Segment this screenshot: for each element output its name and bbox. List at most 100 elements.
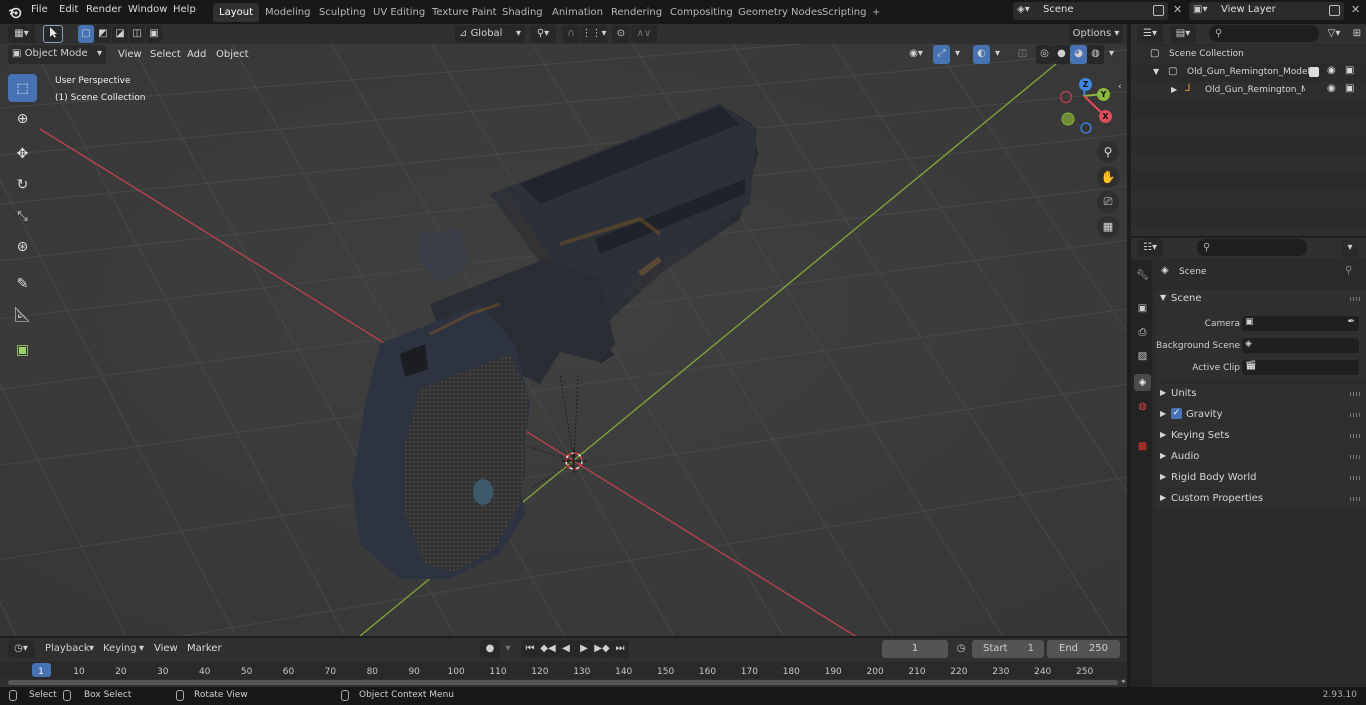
- view-layer-selector[interactable]: ▣▾ View Layer: [1189, 2, 1344, 20]
- properties-search-input[interactable]: ⚲: [1197, 239, 1307, 256]
- keying-dropdown[interactable]: Keying ▾: [98, 640, 146, 658]
- timeline-menu-view[interactable]: View: [149, 639, 183, 658]
- xray-toggle[interactable]: ◫: [1014, 45, 1031, 64]
- view-layer-name[interactable]: View Layer: [1221, 4, 1276, 15]
- expand-arrow-icon[interactable]: ▼: [1153, 67, 1159, 76]
- tab-tool[interactable]: 🔧︎: [1134, 267, 1151, 284]
- timeline-scrollbar[interactable]: [8, 680, 1118, 685]
- tab-scripting[interactable]: Scripting: [816, 3, 872, 22]
- start-frame-field[interactable]: Start 1: [972, 640, 1044, 658]
- section-custom-properties[interactable]: ▶ Custom Properties: [1155, 489, 1366, 509]
- gizmo-toggle[interactable]: ⤢: [933, 45, 950, 64]
- jump-end-button[interactable]: ⏭: [611, 640, 629, 658]
- play-reverse-button[interactable]: ◀: [557, 640, 575, 658]
- gizmo-dropdown[interactable]: ▾: [951, 45, 964, 64]
- tool-move[interactable]: ✥: [8, 140, 37, 168]
- drag-handle-icon[interactable]: [1350, 497, 1360, 501]
- outliner-row-object[interactable]: ▶ ⅃ Old_Gun_Remington_Mo ◉ ▣: [1131, 82, 1366, 100]
- menu-edit[interactable]: Edit: [59, 4, 78, 15]
- properties-editor-type[interactable]: ☷▾: [1137, 239, 1163, 257]
- tab-texture-paint[interactable]: Texture Paint: [426, 3, 503, 22]
- new-scene-icon[interactable]: [1153, 5, 1164, 16]
- menu-render[interactable]: Render: [86, 4, 122, 15]
- drag-handle-icon[interactable]: [1350, 455, 1360, 459]
- select-mode-intersect-button[interactable]: ▣: [146, 25, 162, 43]
- drag-handle-icon[interactable]: [1350, 413, 1360, 417]
- scene-selector[interactable]: ◈▾ Scene: [1013, 2, 1168, 20]
- visibility-dropdown[interactable]: ◉▾: [902, 45, 930, 64]
- outliner-search-input[interactable]: ⚲: [1209, 25, 1319, 42]
- collapse-arrow-icon[interactable]: ◂: [1121, 677, 1125, 685]
- drag-handle-icon[interactable]: [1350, 297, 1360, 301]
- tool-transform[interactable]: ⊛: [8, 233, 37, 261]
- falloff-dropdown[interactable]: ∧∨: [631, 25, 657, 43]
- properties-options-dropdown[interactable]: ▾: [1341, 239, 1359, 257]
- gizmo-z-button[interactable]: Z: [1079, 78, 1092, 91]
- shading-wireframe-button[interactable]: ◎: [1036, 45, 1053, 64]
- menu-select[interactable]: Select: [145, 45, 186, 64]
- select-mode-extend-button[interactable]: ◩: [95, 25, 111, 43]
- pivot-point-dropdown[interactable]: ⚲▾: [530, 25, 556, 43]
- tool-rotate[interactable]: ↻: [8, 171, 37, 199]
- transform-orientation-dropdown[interactable]: ⊿ Global ▾: [455, 25, 525, 43]
- eye-icon[interactable]: ◉: [1327, 65, 1336, 76]
- camera-render-icon[interactable]: ▣: [1345, 83, 1354, 94]
- scene-panel-header[interactable]: ▼ Scene: [1155, 290, 1366, 308]
- tab-animation[interactable]: Animation: [546, 3, 609, 22]
- tab-scene[interactable]: ◈: [1134, 374, 1151, 391]
- drag-handle-icon[interactable]: [1350, 476, 1360, 480]
- preview-range-toggle[interactable]: ◷: [952, 640, 970, 658]
- sidebar-toggle-icon[interactable]: ‹: [1118, 82, 1122, 92]
- outliner-editor-type[interactable]: ☰▾: [1137, 25, 1163, 43]
- shading-dropdown[interactable]: ▾: [1105, 45, 1118, 64]
- tab-geometry-nodes[interactable]: Geometry Nodes: [732, 3, 828, 22]
- shading-solid-button[interactable]: ●: [1053, 45, 1070, 64]
- tool-scale[interactable]: ⤡: [8, 202, 37, 230]
- timeline-menu-marker[interactable]: Marker: [182, 639, 227, 658]
- tab-world[interactable]: ◍: [1134, 398, 1151, 415]
- camera-view-icon[interactable]: ⎚: [1097, 191, 1119, 213]
- tab-compositing[interactable]: Compositing: [664, 3, 739, 22]
- display-mode-dropdown[interactable]: ▤▾: [1170, 25, 1196, 43]
- jump-start-button[interactable]: ⏮: [521, 640, 539, 658]
- include-checkbox[interactable]: [1309, 67, 1319, 77]
- tool-cursor[interactable]: ⊕: [8, 105, 37, 133]
- tab-view-layer[interactable]: ▨: [1134, 348, 1151, 365]
- overlay-toggle[interactable]: ◐: [973, 45, 990, 64]
- section-keying-sets[interactable]: ▶ Keying Sets: [1155, 426, 1366, 446]
- blender-logo-icon[interactable]: [8, 5, 22, 19]
- tab-output[interactable]: ⎙: [1134, 324, 1151, 341]
- camera-render-icon[interactable]: ▣: [1345, 65, 1354, 76]
- add-workspace-button[interactable]: +: [866, 3, 886, 22]
- perspective-grid-icon[interactable]: ▦: [1097, 216, 1119, 238]
- remove-scene-icon[interactable]: ✕: [1173, 3, 1182, 16]
- snap-toggle[interactable]: ∩: [562, 25, 580, 43]
- tab-sculpting[interactable]: Sculpting: [313, 3, 372, 22]
- section-gravity[interactable]: ▶ ✓ Gravity: [1155, 405, 1366, 425]
- shading-material-button[interactable]: ◕: [1070, 45, 1087, 64]
- menu-view[interactable]: View: [113, 45, 147, 64]
- new-collection-button[interactable]: ⊞: [1349, 25, 1365, 43]
- eyedropper-icon[interactable]: ✒: [1347, 317, 1355, 327]
- gizmo-y-button[interactable]: Y: [1097, 88, 1110, 101]
- 3d-viewport[interactable]: Z Y X ⚲ ✋ ⎚ ▦ ‹ User Perspective (1) Sce…: [0, 44, 1127, 636]
- outliner-row-root[interactable]: ▢ Scene Collection: [1131, 46, 1366, 64]
- play-button[interactable]: ▶: [575, 640, 593, 658]
- timeline-editor-type[interactable]: ◷▾: [8, 640, 34, 658]
- overlay-dropdown[interactable]: ▾: [991, 45, 1004, 64]
- background-scene-field[interactable]: ◈: [1242, 338, 1359, 353]
- options-dropdown[interactable]: Options ▾: [1069, 25, 1123, 43]
- gravity-checkbox[interactable]: ✓: [1171, 408, 1182, 419]
- tab-render[interactable]: ▣: [1134, 300, 1151, 317]
- prev-keyframe-button[interactable]: ◆◀: [539, 640, 557, 658]
- shading-rendered-button[interactable]: ◍: [1087, 45, 1104, 64]
- section-rigid-body-world[interactable]: ▶ Rigid Body World: [1155, 468, 1366, 488]
- camera-field[interactable]: ▣ ✒: [1242, 316, 1359, 331]
- active-clip-field[interactable]: 🎬︎: [1242, 360, 1359, 375]
- end-frame-field[interactable]: End 250: [1047, 640, 1120, 658]
- tool-annotate[interactable]: ✎: [8, 270, 37, 298]
- tab-layout[interactable]: Layout: [213, 3, 259, 22]
- object-mode-dropdown[interactable]: ▣ Object Mode ▾: [8, 45, 106, 64]
- menu-help[interactable]: Help: [173, 4, 196, 15]
- active-tool-button[interactable]: [43, 25, 63, 43]
